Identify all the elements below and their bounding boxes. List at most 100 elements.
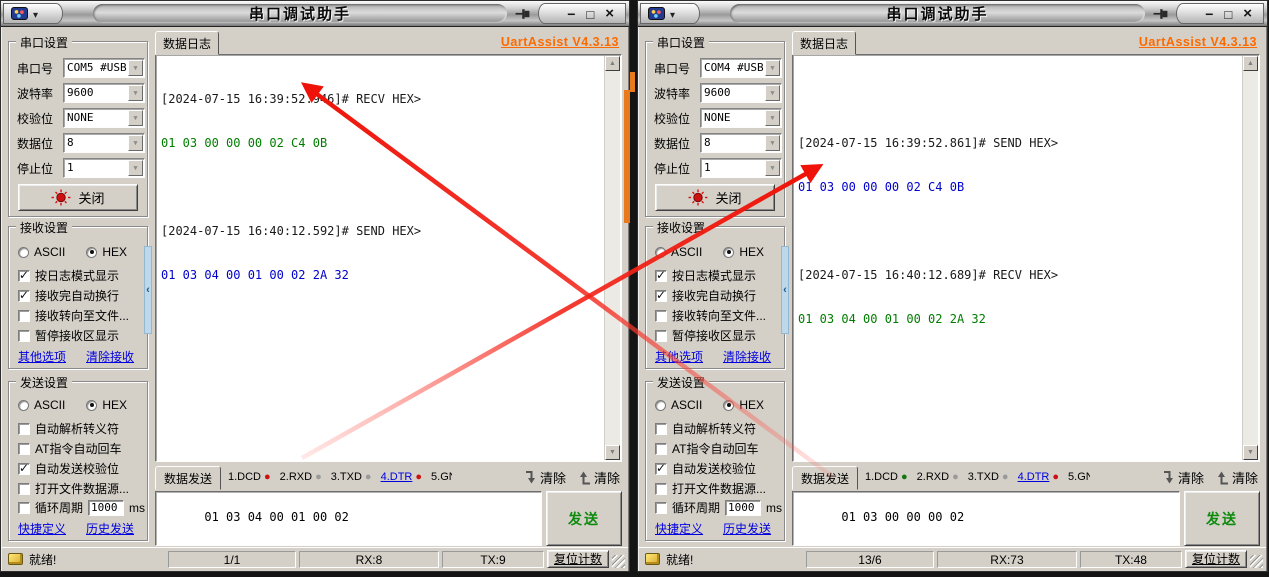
tab-data-log[interactable]: 数据日志 [792, 31, 856, 55]
send-data-input[interactable]: 01 03 00 00 00 02 [792, 491, 1180, 546]
file-source-checkbox[interactable] [655, 483, 667, 495]
chevron-down-icon[interactable] [765, 160, 780, 176]
close-port-button[interactable]: 关闭 [18, 184, 138, 211]
parity-select[interactable]: NONE [700, 108, 782, 128]
auto-newline-checkbox[interactable] [18, 290, 30, 302]
at-cr-checkbox[interactable] [18, 443, 30, 455]
chevron-down-icon[interactable] [765, 135, 780, 151]
panel-collapse-handle[interactable] [144, 246, 152, 334]
chevron-down-icon[interactable] [128, 110, 143, 126]
send-history-link[interactable]: 历史发送 [86, 520, 134, 537]
pause-display-checkbox[interactable] [655, 330, 667, 342]
close-window-button[interactable] [605, 6, 614, 21]
clear-send-area-button[interactable]: 清除 [524, 468, 566, 487]
send-data-input[interactable]: 01 03 04 00 01 00 02 [155, 491, 542, 546]
send-hex-radio[interactable] [86, 400, 97, 411]
parity-select[interactable]: NONE [63, 108, 145, 128]
maximize-button[interactable] [1224, 7, 1232, 21]
port-select[interactable]: COM4 #USB [700, 58, 782, 78]
maximize-button[interactable] [586, 7, 594, 21]
brand-link[interactable]: UartAssist V4.3.13 [501, 35, 619, 49]
chevron-down-icon[interactable] [765, 110, 780, 126]
app-menu-button[interactable] [3, 3, 63, 24]
file-source-checkbox[interactable] [18, 483, 30, 495]
close-window-button[interactable] [1243, 6, 1252, 21]
chevron-down-icon[interactable] [765, 85, 780, 101]
chevron-down-icon[interactable] [128, 160, 143, 176]
recv-to-file-checkbox[interactable] [18, 310, 30, 322]
pin-icon[interactable] [515, 6, 531, 22]
stopbits-select[interactable]: 1 [63, 158, 145, 178]
tab-data-log[interactable]: 数据日志 [155, 31, 219, 55]
recv-ascii-radio[interactable] [655, 247, 666, 258]
scroll-up-icon[interactable] [605, 56, 620, 71]
recv-ascii-radio[interactable] [18, 247, 29, 258]
clear-recv-area-button[interactable]: 清除 [1216, 468, 1258, 487]
scroll-up-icon[interactable] [1243, 56, 1258, 71]
resize-grip[interactable] [1250, 555, 1263, 568]
auto-checksum-checkbox[interactable] [655, 463, 667, 475]
baud-select[interactable]: 9600 [700, 83, 782, 103]
reset-count-button[interactable]: 复位计数 [547, 550, 609, 568]
dtr-link[interactable]: 4.DTR [381, 471, 413, 483]
stopbits-select[interactable]: 1 [700, 158, 782, 178]
clear-receive-link[interactable]: 清除接收 [723, 348, 771, 365]
chevron-down-icon[interactable] [128, 135, 143, 151]
log-mode-checkbox[interactable] [18, 270, 30, 282]
cycle-period-input[interactable] [725, 500, 761, 516]
clear-recv-area-button[interactable]: 清除 [578, 468, 620, 487]
recv-hex-radio[interactable] [86, 247, 97, 258]
resize-grip[interactable] [612, 555, 625, 568]
pause-display-checkbox[interactable] [18, 330, 30, 342]
tab-data-send[interactable]: 数据发送 [792, 466, 858, 490]
minimize-button[interactable] [1205, 7, 1213, 21]
brand-link[interactable]: UartAssist V4.3.13 [1139, 35, 1257, 49]
recv-to-file-checkbox[interactable] [655, 310, 667, 322]
chevron-down-icon[interactable] [765, 60, 780, 76]
minimize-button[interactable] [567, 7, 575, 21]
clear-receive-link[interactable]: 清除接收 [86, 348, 134, 365]
auto-newline-checkbox[interactable] [655, 290, 667, 302]
clear-send-area-button[interactable]: 清除 [1162, 468, 1204, 487]
data-log-area[interactable]: [2024-07-15 16:39:52.946]# RECV HEX> 01 … [155, 54, 622, 462]
shortcut-define-link[interactable]: 快捷定义 [655, 520, 703, 537]
databits-select[interactable]: 8 [63, 133, 145, 153]
other-options-link[interactable]: 其他选项 [18, 348, 66, 365]
close-port-button[interactable]: 关闭 [655, 184, 775, 211]
send-ascii-radio[interactable] [655, 400, 666, 411]
app-menu-button[interactable] [640, 3, 700, 24]
cycle-period-input[interactable] [88, 500, 124, 516]
send-button[interactable]: 发送 [546, 491, 622, 546]
port-select[interactable]: COM5 #USB [63, 58, 145, 78]
send-history-link[interactable]: 历史发送 [723, 520, 771, 537]
escape-parse-checkbox[interactable] [655, 423, 667, 435]
send-button[interactable]: 发送 [1184, 491, 1260, 546]
reset-count-button[interactable]: 复位计数 [1185, 550, 1247, 568]
baud-select[interactable]: 9600 [63, 83, 145, 103]
cycle-checkbox[interactable] [18, 502, 30, 514]
log-scrollbar[interactable] [604, 56, 620, 460]
shortcut-define-link[interactable]: 快捷定义 [18, 520, 66, 537]
log-mode-checkbox[interactable] [655, 270, 667, 282]
scroll-down-icon[interactable] [605, 445, 620, 460]
cycle-unit: ms [766, 501, 782, 515]
at-cr-checkbox[interactable] [655, 443, 667, 455]
cycle-checkbox[interactable] [655, 502, 667, 514]
dtr-link[interactable]: 4.DTR [1018, 471, 1050, 483]
pin-rxd-label: 2.RXD [917, 471, 949, 483]
panel-collapse-handle[interactable] [781, 246, 789, 334]
other-options-link[interactable]: 其他选项 [655, 348, 703, 365]
chevron-down-icon[interactable] [128, 60, 143, 76]
send-ascii-radio[interactable] [18, 400, 29, 411]
auto-checksum-checkbox[interactable] [18, 463, 30, 475]
chevron-down-icon[interactable] [128, 85, 143, 101]
tab-data-send[interactable]: 数据发送 [155, 466, 221, 490]
recv-hex-radio[interactable] [723, 247, 734, 258]
data-log-area[interactable]: [2024-07-15 16:39:52.861]# SEND HEX> 01 … [792, 54, 1260, 462]
send-hex-radio[interactable] [723, 400, 734, 411]
log-scrollbar[interactable] [1242, 56, 1258, 460]
escape-parse-checkbox[interactable] [18, 423, 30, 435]
scroll-down-icon[interactable] [1243, 445, 1258, 460]
databits-select[interactable]: 8 [700, 133, 782, 153]
pin-icon[interactable] [1153, 6, 1169, 22]
